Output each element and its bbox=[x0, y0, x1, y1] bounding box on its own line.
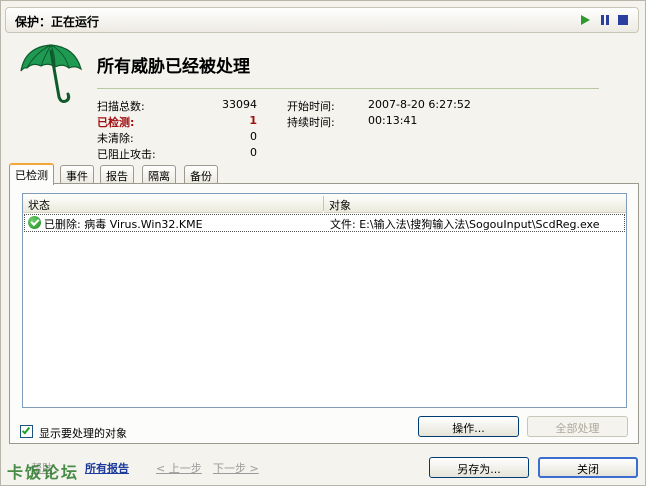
scan-report-window: 保护：正在运行 所有威胁已经被处理 扫描总数: 33094 已检测: 1 未清除… bbox=[0, 0, 646, 486]
show-pending-label: 显示要处理的对象 bbox=[39, 427, 127, 440]
scanned-value: 33094 bbox=[222, 98, 257, 111]
umbrella-logo bbox=[20, 44, 83, 103]
start-time-value: 2007-8-20 6:27:52 bbox=[368, 98, 471, 111]
checkmark-icon bbox=[21, 425, 31, 435]
tab-detected[interactable]: 已检测 bbox=[9, 163, 54, 185]
detected-value: 1 bbox=[249, 114, 257, 127]
close-button[interactable]: 关闭 bbox=[538, 457, 638, 478]
detected-panel: 状态 对象 已删除: 病毒 Virus.Win32.KME 文件: E:\输入法… bbox=[9, 183, 639, 444]
forum-watermark: 卡饭论坛 bbox=[7, 463, 80, 482]
unremoved-label: 未清除: bbox=[97, 132, 134, 145]
detected-label: 已检测: bbox=[97, 116, 135, 129]
prev-link[interactable]: < 上一步 bbox=[156, 460, 202, 476]
blocked-label: 已阻止攻击: bbox=[97, 148, 156, 161]
show-pending-checkbox[interactable] bbox=[20, 425, 33, 438]
detected-list[interactable]: 状态 对象 已删除: 病毒 Virus.Win32.KME 文件: E:\输入法… bbox=[22, 193, 627, 408]
table-row[interactable]: 已删除: 病毒 Virus.Win32.KME 文件: E:\输入法\搜狗输入法… bbox=[24, 214, 625, 232]
column-header-status[interactable]: 状态 bbox=[23, 194, 323, 213]
tab-quarantine[interactable]: 隔离 bbox=[142, 165, 176, 184]
operate-button[interactable]: 操作... bbox=[418, 416, 519, 437]
save-as-button[interactable]: 另存为... bbox=[429, 457, 529, 478]
duration-value: 00:13:41 bbox=[368, 114, 418, 127]
pause-icon[interactable] bbox=[600, 15, 610, 25]
all-reports-link[interactable]: 所有报告 bbox=[85, 460, 129, 476]
tab-backup[interactable]: 备份 bbox=[184, 165, 218, 184]
headline-divider bbox=[97, 88, 599, 89]
row-status: 已删除: 病毒 Virus.Win32.KME bbox=[44, 218, 203, 231]
play-icon[interactable] bbox=[581, 15, 590, 25]
title-bar: 保护：正在运行 bbox=[5, 7, 639, 33]
process-all-button[interactable]: 全部处理 bbox=[527, 416, 628, 437]
start-time-label: 开始时间: bbox=[287, 100, 335, 113]
row-object: 文件: E:\输入法\搜狗输入法\SogouInput\ScdReg.exe bbox=[330, 218, 600, 231]
duration-label: 持续时间: bbox=[287, 116, 335, 129]
status-headline: 所有威胁已经被处理 bbox=[97, 57, 250, 77]
tab-reports[interactable]: 报告 bbox=[100, 165, 134, 184]
next-link[interactable]: 下一步 > bbox=[213, 460, 259, 476]
window-title: 保护：正在运行 bbox=[15, 15, 100, 29]
scanned-label: 扫描总数: bbox=[97, 100, 145, 113]
tab-events[interactable]: 事件 bbox=[60, 165, 94, 184]
check-circle-icon bbox=[28, 216, 41, 229]
column-header-object[interactable]: 对象 bbox=[324, 194, 626, 213]
blocked-value: 0 bbox=[250, 146, 257, 159]
stop-icon[interactable] bbox=[618, 15, 628, 25]
unremoved-value: 0 bbox=[250, 130, 257, 143]
